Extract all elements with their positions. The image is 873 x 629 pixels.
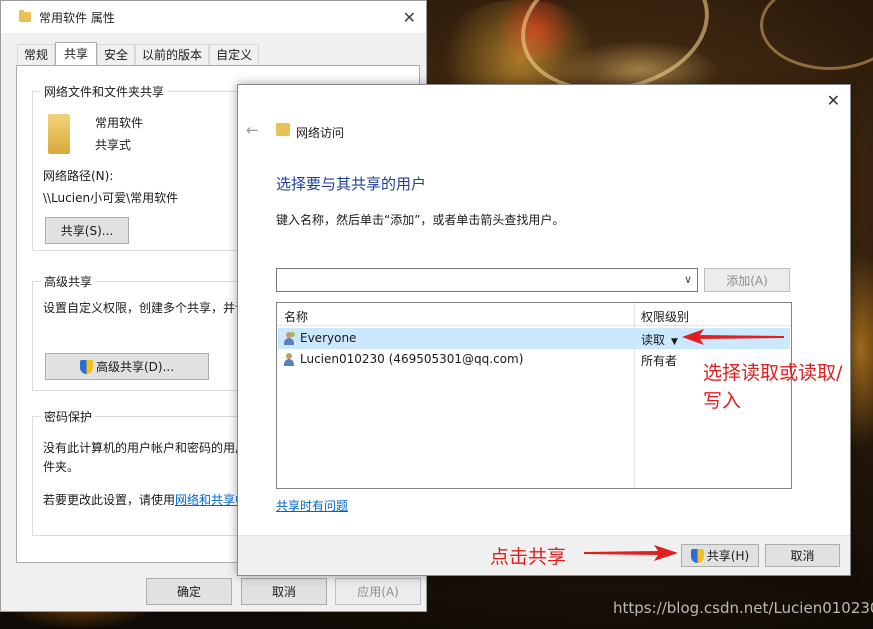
instruction-text: 键入名称，然后单击“添加”，或者单击箭头查找用户。	[276, 213, 565, 227]
change-prefix: 若要更改此设置，请使用	[43, 493, 176, 507]
list-header: 名称 权限级别	[277, 303, 791, 326]
group-label: 高级共享	[41, 273, 96, 290]
group-label: 网络文件和文件夹共享	[41, 83, 168, 100]
password-description-cont: 件夹。	[43, 460, 80, 474]
password-change-text: 若要更改此设置，请使用网络和共享中	[43, 491, 247, 508]
tab-customize[interactable]: 自定义	[209, 44, 260, 65]
tab-security[interactable]: 安全	[97, 44, 136, 65]
advanced-description: 设置自定义权限，创建多个共享，并设	[43, 301, 248, 315]
group-users-icon	[283, 332, 295, 345]
tab-bar: 常规 共享 安全 以前的版本 自定义	[17, 42, 260, 65]
annotation-arrow	[682, 329, 784, 345]
folder-name: 常用软件	[95, 116, 144, 130]
dialog-title: 网络访问	[296, 126, 345, 140]
annotation-arrow	[584, 545, 678, 561]
chevron-down-icon[interactable]: ∨	[684, 273, 692, 286]
watermark: https://blog.csdn.net/Lucien010230	[613, 599, 873, 617]
dialog-heading: 选择要与其共享的用户	[276, 175, 427, 193]
background-ring	[760, 0, 873, 70]
properties-titlebar: 常用软件 属性	[1, 1, 426, 33]
ok-button[interactable]: 确定	[146, 578, 232, 605]
folder-icon	[19, 10, 31, 22]
group-label: 密码保护	[41, 408, 96, 425]
add-button[interactable]: 添加(A)	[704, 268, 790, 292]
network-path-value: \\Lucien小可爱\常用软件	[43, 191, 179, 205]
button-label: 高级共享(D)...	[95, 360, 175, 374]
user-icon	[283, 353, 295, 366]
advanced-sharing-button[interactable]: 高级共享(D)...	[45, 353, 209, 380]
column-name[interactable]: 名称	[284, 308, 308, 325]
shield-icon	[690, 548, 704, 563]
permission-dropdown[interactable]: 读取 ▼	[641, 331, 678, 348]
tab-general[interactable]: 常规	[17, 44, 56, 65]
password-description: 没有此计算机的用户帐户和密码的用户	[43, 441, 248, 455]
tab-previous-versions[interactable]: 以前的版本	[135, 44, 210, 65]
dropdown-arrow-icon[interactable]: ▼	[671, 337, 678, 347]
share-button[interactable]: 共享(H)	[681, 544, 759, 567]
shield-icon	[79, 359, 93, 374]
close-icon[interactable]: ✕	[403, 8, 416, 27]
permission-value: 所有者	[641, 354, 678, 368]
share-state: 共享式	[95, 138, 132, 152]
permission-annotation-cont: 写入	[703, 390, 742, 412]
share-annotation: 点击共享	[490, 546, 567, 568]
user-name-combobox[interactable]: ∨	[276, 268, 698, 292]
tab-sharing[interactable]: 共享	[55, 42, 98, 65]
share-button[interactable]: 共享(S)...	[45, 217, 129, 244]
column-permission[interactable]: 权限级别	[641, 308, 689, 325]
cancel-button[interactable]: 取消	[241, 578, 327, 605]
button-label: 共享(H)	[706, 549, 750, 563]
sharing-trouble-link[interactable]: 共享时有问题	[276, 497, 348, 514]
close-icon[interactable]: ✕	[827, 91, 840, 110]
back-arrow-icon[interactable]: ←	[246, 121, 259, 139]
users-icon	[276, 123, 290, 136]
network-path-label: 网络路径(N):	[43, 169, 114, 183]
window-title: 常用软件 属性	[39, 10, 115, 25]
cancel-button[interactable]: 取消	[765, 544, 840, 567]
folder-icon	[48, 114, 70, 154]
apply-button[interactable]: 应用(A)	[335, 578, 421, 605]
user-name: Lucien010230 (469505301@qq.com)	[300, 352, 524, 366]
permission-value: 读取	[641, 333, 666, 347]
user-name: Everyone	[300, 331, 357, 345]
permission-annotation: 选择读取或读取/	[703, 362, 843, 384]
